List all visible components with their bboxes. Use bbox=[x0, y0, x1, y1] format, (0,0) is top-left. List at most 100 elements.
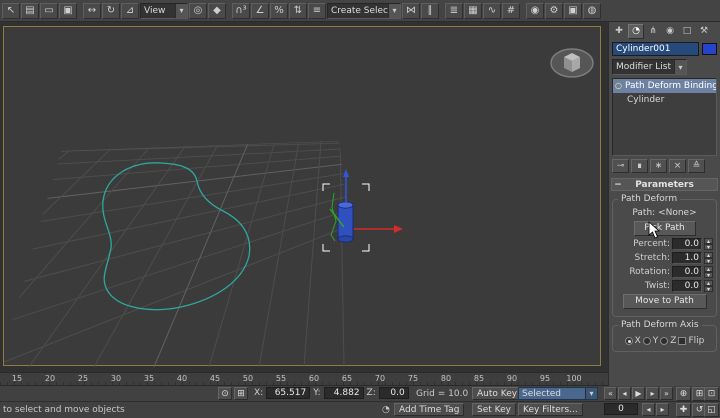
show-end-result-icon[interactable]: ∎ bbox=[631, 159, 648, 173]
z-coord-label: Z: bbox=[366, 388, 376, 398]
absolute-mode-toggle-icon[interactable]: ⊞ bbox=[234, 387, 248, 400]
create-tab-icon[interactable]: ✚ bbox=[611, 23, 627, 39]
key-step-back-button[interactable]: ◂ bbox=[642, 403, 655, 416]
zoom-extents-icon[interactable]: ⊡ bbox=[704, 387, 719, 401]
set-key-button[interactable]: Set Key bbox=[472, 403, 516, 416]
key-step-forward-button[interactable]: ▸ bbox=[656, 403, 669, 416]
motion-tab-icon[interactable]: ◉ bbox=[662, 23, 678, 39]
align-icon[interactable]: ∥ bbox=[421, 2, 439, 19]
move-to-path-button[interactable]: Move to Path bbox=[622, 294, 707, 309]
track-bar[interactable]: 15 20 25 30 35 40 45 50 55 60 65 70 75 8… bbox=[0, 372, 608, 386]
percent-snap-icon[interactable]: % bbox=[270, 2, 288, 19]
render-production-icon[interactable]: ◍ bbox=[583, 2, 601, 19]
spinner-down-icon[interactable]: ▾ bbox=[704, 244, 713, 251]
y-coord-field[interactable]: 4.882 bbox=[323, 387, 364, 399]
perspective-viewport[interactable] bbox=[3, 26, 601, 367]
frame-tick: 100 bbox=[566, 374, 582, 383]
go-to-start-button[interactable]: « bbox=[604, 387, 617, 400]
select-object-icon[interactable]: ↖ bbox=[2, 2, 20, 19]
curve-editor-icon[interactable]: ∿ bbox=[483, 2, 501, 19]
spinner-down-icon[interactable]: ▾ bbox=[704, 258, 713, 265]
pick-path-button[interactable]: Pick Path bbox=[633, 221, 696, 236]
selection-lock-toggle-icon[interactable]: ⊙ bbox=[218, 387, 232, 400]
status-prompt: to select and move objects bbox=[3, 405, 125, 415]
edit-named-selection-sets-icon[interactable]: ≡ bbox=[308, 2, 326, 19]
make-unique-icon[interactable]: ∗ bbox=[650, 159, 667, 173]
spinner-down-icon[interactable]: ▾ bbox=[704, 272, 713, 279]
stretch-field[interactable]: 1.0 bbox=[672, 252, 702, 264]
go-to-end-button[interactable]: » bbox=[660, 387, 673, 400]
layer-manager-icon[interactable]: ≣ bbox=[445, 2, 463, 19]
twist-field[interactable]: 0.0 bbox=[672, 280, 702, 292]
angle-snap-icon[interactable]: ∠ bbox=[251, 2, 269, 19]
percent-field[interactable]: 0.0 bbox=[672, 238, 702, 250]
remove-modifier-icon[interactable]: × bbox=[669, 159, 686, 173]
selection-region-icon[interactable]: ▭ bbox=[40, 2, 58, 19]
object-color-swatch[interactable] bbox=[702, 43, 717, 55]
hierarchy-tab-icon[interactable]: ⋔ bbox=[645, 23, 661, 39]
modify-tab-icon[interactable]: ◔ bbox=[628, 23, 644, 39]
axis-z-radio[interactable] bbox=[660, 337, 669, 345]
next-frame-button[interactable]: ▸ bbox=[646, 387, 659, 400]
twist-label: Twist: bbox=[644, 281, 670, 291]
spinner-snap-icon[interactable]: ⇅ bbox=[289, 2, 307, 19]
select-and-move-icon[interactable]: ↔ bbox=[83, 2, 101, 19]
x-coord-field[interactable]: 65.517 bbox=[266, 387, 311, 399]
flip-checkbox[interactable] bbox=[678, 337, 687, 345]
rotation-spinner[interactable]: ▴ ▾ bbox=[704, 266, 713, 279]
axis-x-label: X bbox=[634, 336, 641, 346]
material-editor-icon[interactable]: ◉ bbox=[526, 2, 544, 19]
path-deform-axis-label: Path Deform Axis bbox=[618, 320, 702, 330]
graphite-toolbar-icon[interactable]: ▦ bbox=[464, 2, 482, 19]
axis-x-radio[interactable] bbox=[624, 337, 633, 345]
stretch-spinner[interactable]: ▴ ▾ bbox=[704, 252, 713, 265]
select-and-scale-icon[interactable]: ⊿ bbox=[121, 2, 139, 19]
display-tab-icon[interactable]: □ bbox=[679, 23, 695, 39]
pin-stack-icon[interactable]: ⊸ bbox=[612, 159, 629, 173]
previous-frame-button[interactable]: ◂ bbox=[618, 387, 631, 400]
twist-spinner[interactable]: ▴ ▾ bbox=[704, 280, 713, 293]
lightbulb-icon[interactable]: ○ bbox=[615, 79, 622, 93]
current-frame-field[interactable]: 0 bbox=[604, 403, 638, 415]
rotation-field[interactable]: 0.0 bbox=[672, 266, 702, 278]
add-time-tag[interactable]: Add Time Tag bbox=[394, 403, 465, 416]
modifier-list-dropdown[interactable]: Modifier List ▾ bbox=[612, 59, 687, 75]
utilities-tab-icon[interactable]: ⚒ bbox=[696, 23, 712, 39]
frame-tick: 15 bbox=[11, 374, 23, 383]
z-coord-field[interactable]: 0.0 bbox=[378, 387, 409, 399]
zoom-icon[interactable]: ⊕ bbox=[676, 387, 691, 401]
stack-item-path-deform-binding[interactable]: ○ Path Deform Binding (W bbox=[613, 79, 716, 93]
select-and-rotate-icon[interactable]: ↻ bbox=[102, 2, 120, 19]
render-setup-icon[interactable]: ⚙ bbox=[545, 2, 563, 19]
auto-key-button[interactable]: Auto Key bbox=[472, 387, 523, 400]
spline-path-object[interactable] bbox=[102, 162, 251, 311]
configure-modifier-sets-icon[interactable]: ≙ bbox=[688, 159, 705, 173]
parameters-rollout-header[interactable]: − Parameters bbox=[611, 178, 718, 191]
spinner-down-icon[interactable]: ▾ bbox=[704, 286, 713, 293]
chevron-down-icon: ▾ bbox=[388, 3, 400, 18]
y-coord-label: Y: bbox=[313, 388, 321, 398]
play-button[interactable]: ▶ bbox=[632, 387, 645, 400]
select-and-manipulate-icon[interactable]: ◆ bbox=[208, 2, 226, 19]
snaps-toggle-icon[interactable]: ∩³ bbox=[232, 2, 250, 19]
select-by-name-icon[interactable]: ▤ bbox=[21, 2, 39, 19]
viewcube[interactable] bbox=[550, 48, 594, 78]
pan-icon[interactable]: ✚ bbox=[676, 403, 691, 417]
maximize-viewport-icon[interactable]: ◱ bbox=[704, 403, 719, 417]
use-pivot-point-icon[interactable]: ◎ bbox=[189, 2, 207, 19]
object-name-field[interactable]: Cylinder001 bbox=[612, 42, 699, 56]
rendered-frame-window-icon[interactable]: ▣ bbox=[564, 2, 582, 19]
path-deform-group-label: Path Deform bbox=[618, 194, 681, 204]
reference-coordinate-dropdown[interactable]: View ▾ bbox=[140, 2, 188, 19]
selection-filter-dropdown[interactable]: Selected ▾ bbox=[518, 387, 598, 400]
schematic-view-icon[interactable]: # bbox=[502, 2, 520, 19]
axis-y-radio[interactable] bbox=[642, 337, 651, 345]
frame-tick: 50 bbox=[242, 374, 254, 383]
named-selection-set-dropdown[interactable]: Create Selection Se ▾ bbox=[327, 2, 401, 19]
viewport-area bbox=[0, 22, 608, 372]
percent-spinner[interactable]: ▴ ▾ bbox=[704, 238, 713, 251]
key-filters-button[interactable]: Key Filters... bbox=[518, 403, 583, 416]
window-crossing-icon[interactable]: ▣ bbox=[59, 2, 77, 19]
mirror-icon[interactable]: ⋈ bbox=[402, 2, 420, 19]
stack-item-cylinder[interactable]: Cylinder bbox=[613, 93, 716, 107]
